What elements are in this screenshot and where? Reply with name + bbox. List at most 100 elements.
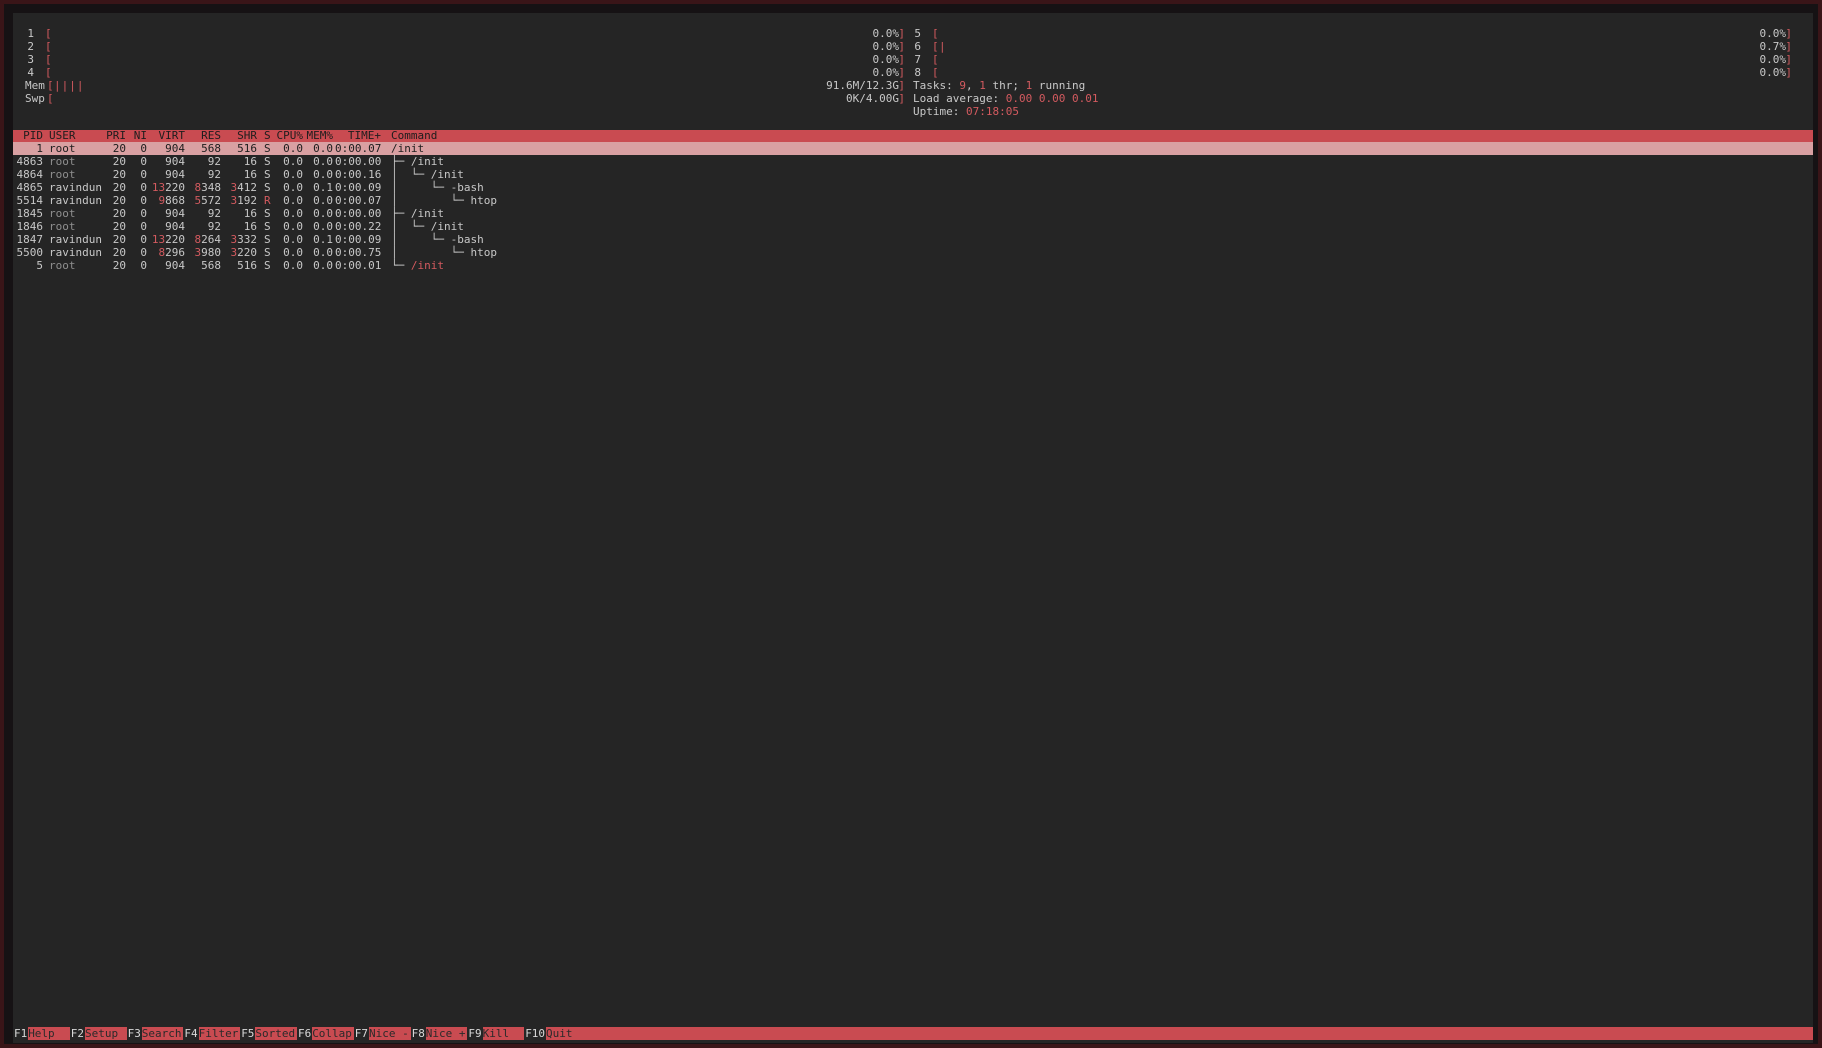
cpu-time: 0:00.07 [335,142,382,155]
cpu-close-bracket: ] [1785,27,1792,40]
fkey-label-nice[interactable]: Nice - [369,1027,409,1040]
res: 8348 [189,181,222,194]
fkey-label-nice[interactable]: Nice + [426,1027,466,1040]
nice: 0 [140,207,147,220]
command: ├─ /init [391,207,444,220]
process-row[interactable]: 1846 root 20 0 904 92 16 S 0.0 0.0 0:00.22 │ └─ /in… [13,220,1813,233]
col-mem[interactable]: MEM% [305,130,334,142]
state: S [264,220,271,233]
process-row[interactable]: 1 root 20 0 904 568 516 S 0.0 0.0 0:00.07/init [13,142,1813,155]
cpu-meter-3: 3 [0.0%] [20,53,905,66]
swp-open-bracket: [ [47,92,54,105]
col-pid[interactable]: PID [13,130,43,142]
col-virt[interactable]: VIRT [151,130,186,142]
fkey-f7[interactable]: F7 [353,1027,370,1040]
pid: 1847 [16,233,44,246]
res-low: 264 [201,233,221,246]
virt-low: 220 [165,181,185,194]
process-row[interactable]: 4864 root 20 0 904 92 16 S 0.0 0.0 0:00.16 │ └─ /in… [13,168,1813,181]
process-row[interactable]: 1845 root 20 0 904 92 16 S 0.0 0.0 0:00.00 ├─ /init [13,207,1813,220]
fkey-label-kill[interactable]: Kill [483,1027,510,1040]
shr: 3192 [225,194,258,207]
virt: 904 [151,259,185,272]
process-row[interactable]: 5 root 20 0 904 568 516 S 0.0 0.0 0:00.01 └─ /init [13,259,1813,272]
col-time[interactable]: TIME+ [335,130,381,142]
virt: 904 [151,168,185,181]
cpu-open-bracket: [ [932,66,939,79]
shr-low: 192 [237,194,257,207]
command: └─ /init [391,259,444,272]
col-state[interactable]: S [264,130,271,142]
pid: 1 [36,142,43,155]
process-row[interactable]: 5500 ravindun 20 0 8296 3980 3220 S 0.0 0.0 0:00.7… [13,246,1813,259]
state: R [264,194,271,207]
process-row[interactable]: 1847 ravindun 20 0 13220 8264 3332 S 0.0 0.1 0:00.… [13,233,1813,246]
fkey-label-filter[interactable]: Filter [199,1027,239,1040]
fkey-label-search[interactable]: Search [142,1027,182,1040]
shr-low: 16 [243,207,257,220]
cpu-value: 0.0% [1759,66,1787,79]
virt-low: 904 [165,155,185,168]
cpu-open-bracket: [ [45,27,52,40]
swp-close-bracket: ] [898,92,905,105]
fkey-f4[interactable]: F4 [183,1027,199,1040]
command: │ └─ /init [391,220,464,233]
fkey-f8[interactable]: F8 [410,1027,426,1040]
process-row[interactable]: 5514 ravindun 20 0 9868 5572 3192 R 0.0 0.0 0:00.0… [13,194,1813,207]
priority: 20 [112,181,126,194]
load-5: 0.00 [1038,92,1066,105]
cpu-close-bracket: ] [898,40,905,53]
uptime-value: 07:18:05 [965,105,1019,118]
col-user[interactable]: USER [49,130,76,142]
pid: 5514 [16,194,44,207]
fkey-f9[interactable]: F9 [467,1027,483,1040]
res-low: 348 [201,181,221,194]
fkey-f6[interactable]: F6 [297,1027,313,1040]
col-shr[interactable]: SHR [225,130,257,142]
virt: 904 [151,142,185,155]
shr-low: 16 [243,155,257,168]
cpu-time: 0:00.09 [335,233,382,246]
uptime-line: Uptime: 07:18:05 [913,105,1019,118]
load-label: Load average: [913,92,1000,105]
virt-low: 904 [165,220,185,233]
process-row[interactable]: 4863 root 20 0 904 92 16 S 0.0 0.0 0:00.00 ├─ /init [13,155,1813,168]
res-low: 92 [207,155,221,168]
fkey-f5[interactable]: F5 [240,1027,256,1040]
fkey-f2[interactable]: F2 [69,1027,86,1040]
pid: 4865 [16,181,44,194]
fkey-label-collap[interactable]: Collap [312,1027,352,1040]
cpu-meter-1: 1 [0.0%] [20,27,905,40]
cpu-open-bracket: [ [45,40,52,53]
fkey-label-sorted[interactable]: Sorted [255,1027,295,1040]
shr-low: 16 [243,168,257,181]
cpu-number: 6 [914,40,921,53]
cpu-percent: 0.0 [283,220,303,233]
virt-low: 904 [165,142,185,155]
res-low: 572 [201,194,221,207]
col-cpu[interactable]: CPU% [273,130,304,142]
fkey-f1[interactable]: F1 [13,1027,29,1040]
col-pri[interactable]: PRI [97,130,126,142]
fkey-label-help[interactable]: Help [28,1027,55,1040]
shr: 16 [225,155,257,168]
pid: 4864 [16,168,44,181]
col-ni[interactable]: NI [129,130,147,142]
tree-branch: └─ [391,259,411,272]
command: │ └─ /init [391,168,464,181]
cpu-close-bracket: ] [1785,40,1792,53]
process-row[interactable]: 4865 ravindun 20 0 13220 8348 3412 S 0.0 0.1 0:00.… [13,181,1813,194]
mem-meter: Mem [ |||| 91.6M/12.3G ] [25,79,905,92]
fkey-f3[interactable]: F3 [126,1027,142,1040]
col-command[interactable]: Command [391,130,437,142]
fkey-label-quit[interactable]: Quit [546,1027,573,1040]
fkey-f10[interactable]: F10 [524,1027,547,1040]
tasks-count: 9 [959,79,966,92]
swp-meter: Swp [ 0K/4.00G ] [25,92,905,105]
nice: 0 [140,181,147,194]
priority: 20 [112,207,126,220]
col-res[interactable]: RES [189,130,221,142]
res-low: 568 [201,142,221,155]
fkey-label-setup[interactable]: Setup [85,1027,118,1040]
cpu-value: 0.0% [872,40,900,53]
